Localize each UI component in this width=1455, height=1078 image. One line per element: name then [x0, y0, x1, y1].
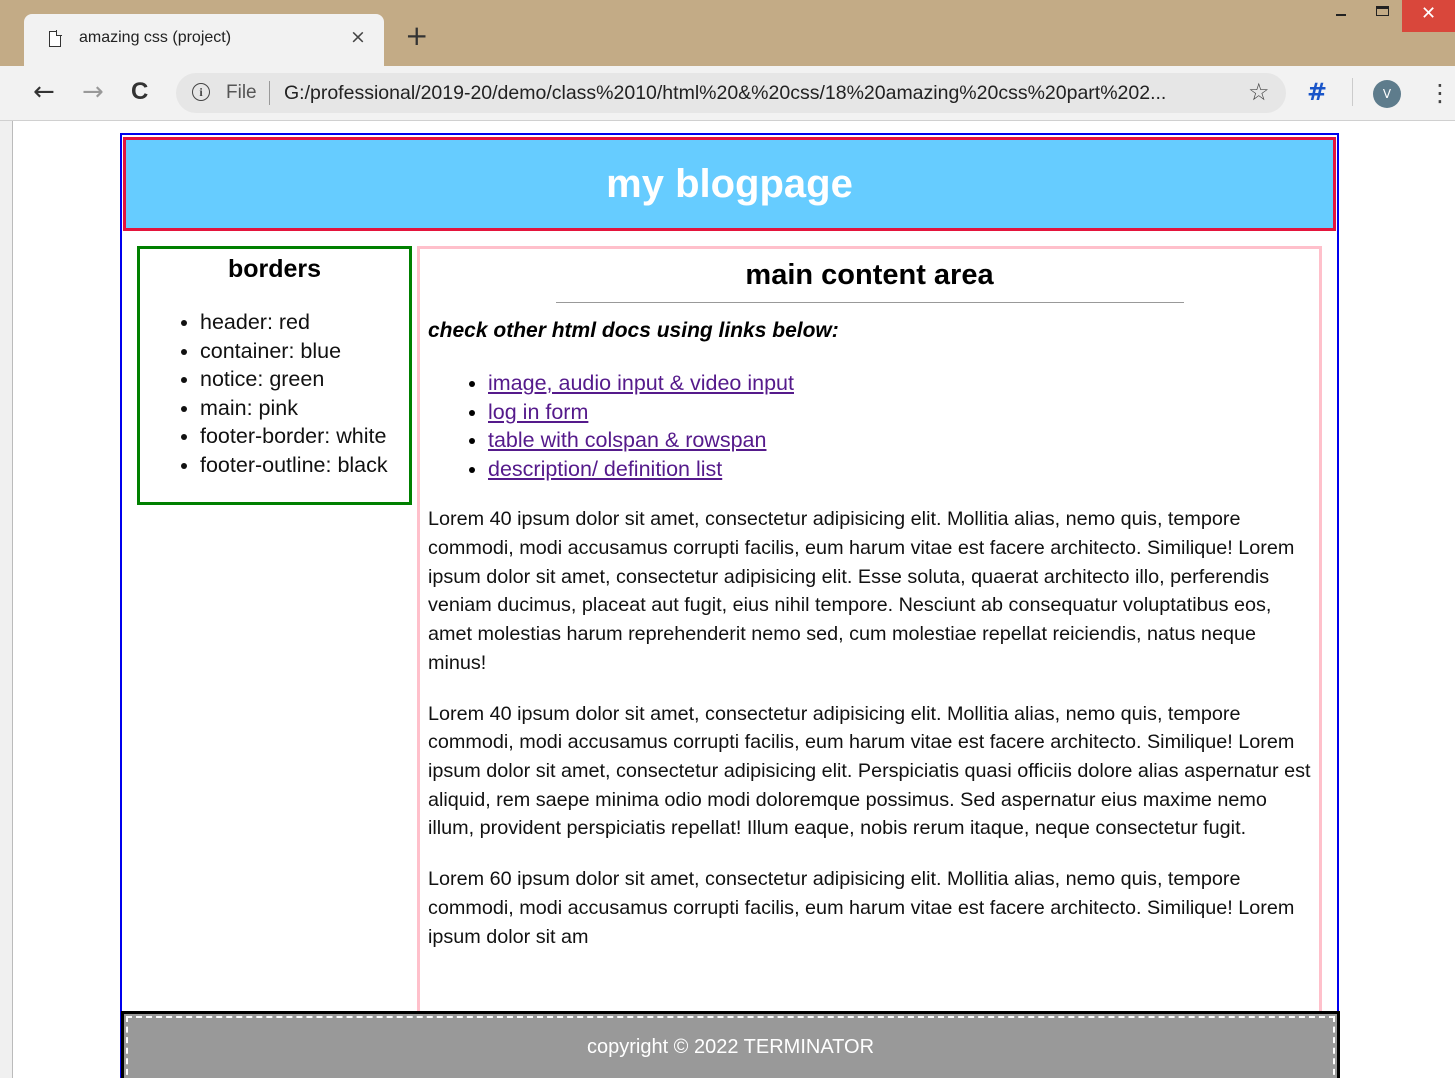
link-login-form[interactable]: log in form — [488, 400, 588, 424]
link-table[interactable]: table with colspan & rowspan — [488, 428, 766, 452]
header: my blogpage — [123, 137, 1336, 231]
address-bar[interactable]: i File G:/professional/2019-20/demo/clas… — [176, 73, 1286, 113]
paragraph: Lorem 40 ipsum dolor sit amet, consectet… — [428, 508, 1295, 674]
url-scheme: File — [226, 82, 257, 103]
links-list: image, audio input & video input log in … — [420, 369, 1319, 483]
reload-icon[interactable]: C — [131, 78, 148, 106]
divider — [1352, 78, 1353, 106]
divider — [269, 81, 270, 105]
divider — [555, 302, 1184, 303]
list-item: footer-border: white — [200, 422, 409, 451]
maximize-icon[interactable] — [1376, 6, 1389, 16]
list-item: image, audio input & video input — [488, 369, 1319, 398]
copyright-text: copyright © 2022 TERMINATOR — [586, 1036, 875, 1058]
notice-title: borders — [227, 255, 322, 283]
profile-avatar[interactable]: V — [1373, 80, 1401, 108]
url-text[interactable]: G:/professional/2019-20/demo/class%2010/… — [284, 82, 1166, 105]
window-close-icon[interactable]: ✕ — [1402, 0, 1455, 32]
notice-box: borders header: red container: blue noti… — [137, 246, 412, 505]
page-icon — [49, 30, 62, 47]
main-title: main content area — [745, 259, 994, 291]
list-item: table with colspan & rowspan — [488, 426, 1319, 455]
list-item: description/ definition list — [488, 455, 1319, 484]
list-item: notice: green — [200, 365, 409, 394]
footer: copyright © 2022 TERMINATOR — [121, 1011, 1340, 1078]
info-icon[interactable]: i — [192, 83, 210, 101]
new-tab-button[interactable]: + — [405, 22, 428, 50]
bookmark-star-icon[interactable]: ☆ — [1248, 78, 1270, 106]
browser-titlebar: amazing css (project) × + ✕ — [0, 0, 1455, 66]
notice-list: header: red container: blue notice: gree… — [140, 308, 409, 480]
menu-icon[interactable]: ⋮ — [1428, 79, 1452, 107]
list-item: footer-outline: black — [200, 451, 409, 480]
tab-title: amazing css (project) — [79, 29, 232, 46]
back-icon[interactable]: ← — [33, 78, 55, 106]
links-lead: check other html docs using links below: — [428, 319, 839, 342]
list-item: header: red — [200, 308, 409, 337]
paragraph: Lorem 60 ipsum dolor sit amet, consectet… — [428, 868, 1295, 948]
list-item: log in form — [488, 398, 1319, 427]
paragraph: Lorem 40 ipsum dolor sit amet, consectet… — [428, 702, 1311, 840]
browser-tab[interactable]: amazing css (project) × — [24, 14, 384, 66]
main-content: main content area check other html docs … — [417, 246, 1322, 1026]
container: my blogpage borders header: red containe… — [120, 133, 1340, 1078]
browser-toolbar: ← → C i File G:/professional/2019-20/dem… — [0, 66, 1455, 121]
tab-close-icon[interactable]: × — [350, 26, 366, 48]
link-definition-list[interactable]: description/ definition list — [488, 457, 722, 481]
list-item: container: blue — [200, 337, 409, 366]
page-title: my blogpage — [606, 162, 853, 206]
extension-icon[interactable]: # — [1307, 78, 1327, 106]
link-media[interactable]: image, audio input & video input — [488, 371, 794, 395]
minimize-icon[interactable] — [1335, 4, 1349, 18]
forward-icon[interactable]: → — [82, 78, 104, 106]
page-viewport: my blogpage borders header: red containe… — [12, 121, 1455, 1078]
list-item: main: pink — [200, 394, 409, 423]
